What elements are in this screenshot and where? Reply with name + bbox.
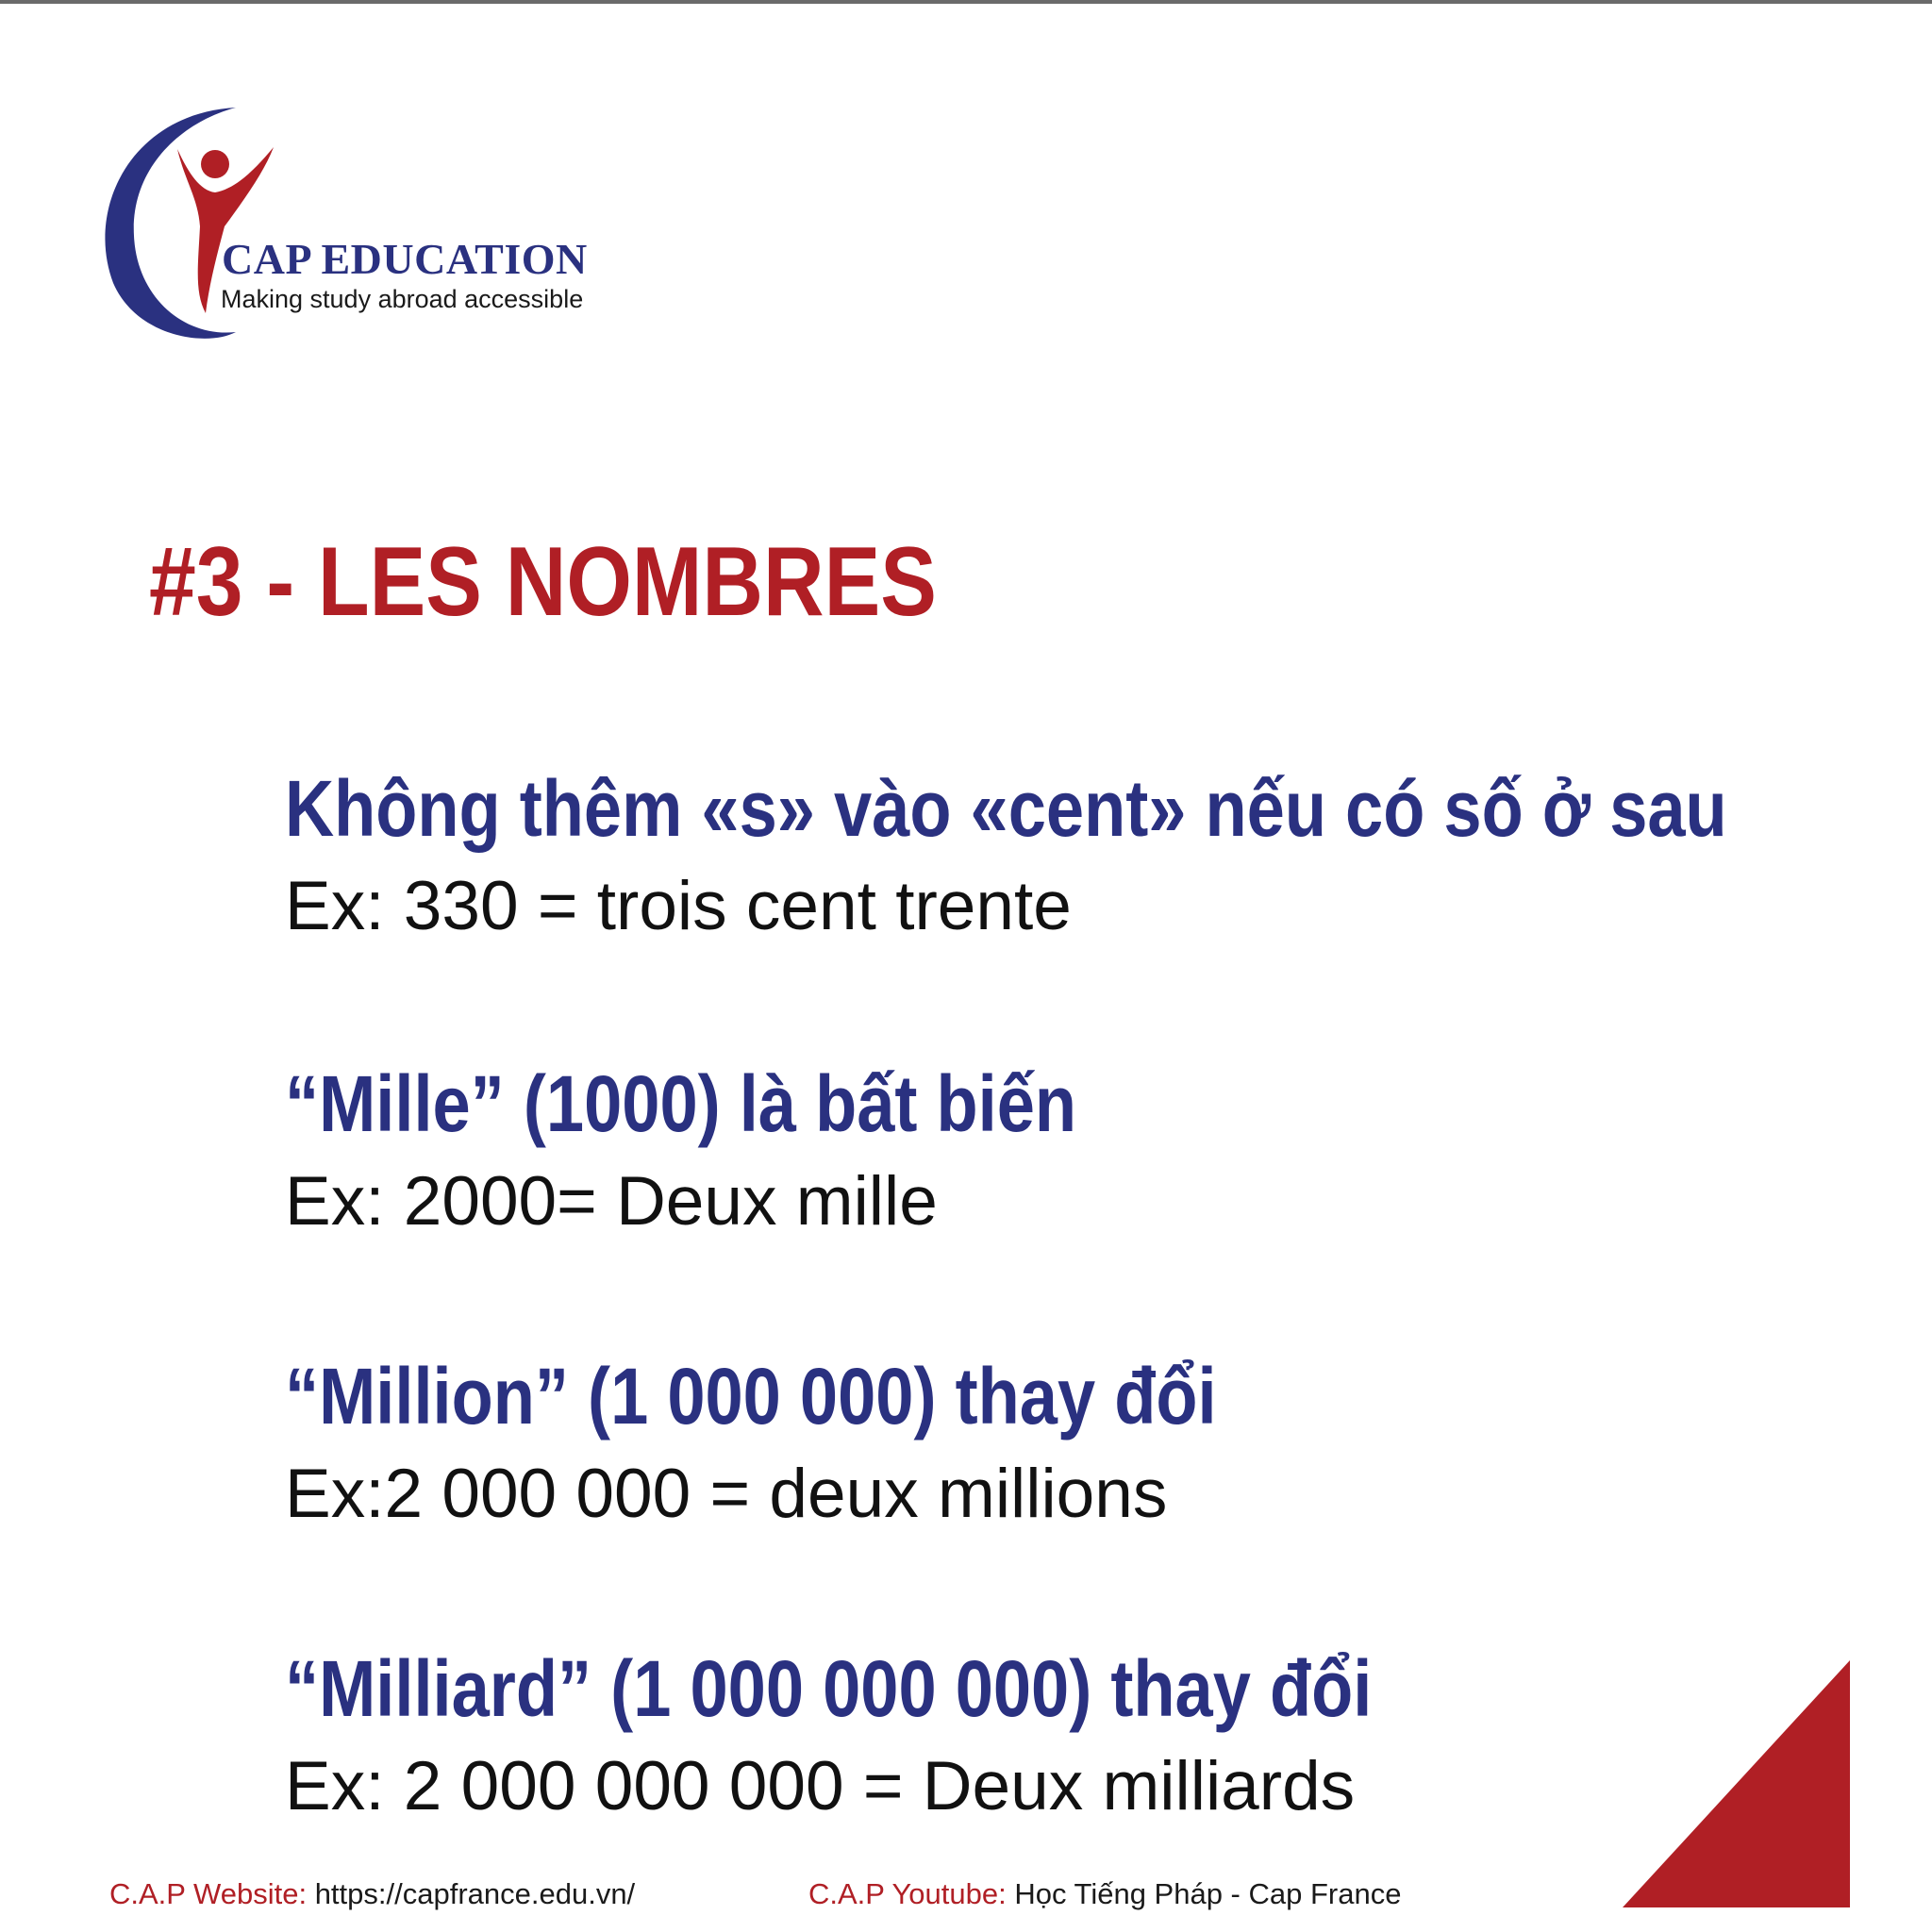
brand-name: CAP EDUCATION (222, 235, 588, 283)
page-title: #3 - LES NOMBRES (149, 527, 937, 637)
footer-youtube[interactable]: C.A.P Youtube: Học Tiếng Pháp - Cap Fran… (808, 1877, 1401, 1911)
rule-block-cent: Không thêm «s» vào «cent» nếu có số ở sa… (285, 769, 1932, 941)
rule-example: Ex:2 000 000 = deux millions (285, 1456, 1168, 1532)
footer-website-label: C.A.P Website: (109, 1877, 308, 1910)
brand-logo: CAP EDUCATION Making study abroad access… (94, 94, 623, 358)
footer-website-link[interactable]: https://capfrance.edu.vn/ (315, 1877, 636, 1910)
rule-example: Ex: 330 = trois cent trente (285, 868, 1072, 944)
footer-youtube-channel[interactable]: Học Tiếng Pháp - Cap France (1014, 1877, 1401, 1910)
rule-block-milliard: “Milliard” (1 000 000 000) thay đổi Ex: … (285, 1649, 1549, 1821)
rule-example: Ex: 2000= Deux mille (285, 1163, 938, 1240)
footer-website[interactable]: C.A.P Website: https://capfrance.edu.vn/ (109, 1877, 635, 1911)
logo-mark-icon (105, 108, 274, 339)
rule-heading: “Mille” (1000) là bất biến (285, 1059, 1077, 1148)
rule-heading: “Milliard” (1 000 000 000) thay đổi (285, 1644, 1373, 1733)
rule-heading: “Million” (1 000 000) thay đổi (285, 1352, 1217, 1441)
corner-triangle-decoration (1623, 1660, 1850, 1907)
rule-example: Ex: 2 000 000 000 = Deux milliards (285, 1748, 1356, 1824)
rule-heading: Không thêm «s» vào «cent» nếu có số ở sa… (285, 764, 1727, 853)
top-border (0, 0, 1932, 4)
brand-tagline: Making study abroad accessible (221, 285, 584, 313)
rule-block-million: “Million” (1 000 000) thay đổi Ex:2 000 … (285, 1357, 1368, 1528)
rule-block-mille: “Mille” (1000) là bất biến Ex: 2000= Deu… (285, 1064, 1206, 1236)
footer-youtube-label: C.A.P Youtube: (808, 1877, 1007, 1910)
